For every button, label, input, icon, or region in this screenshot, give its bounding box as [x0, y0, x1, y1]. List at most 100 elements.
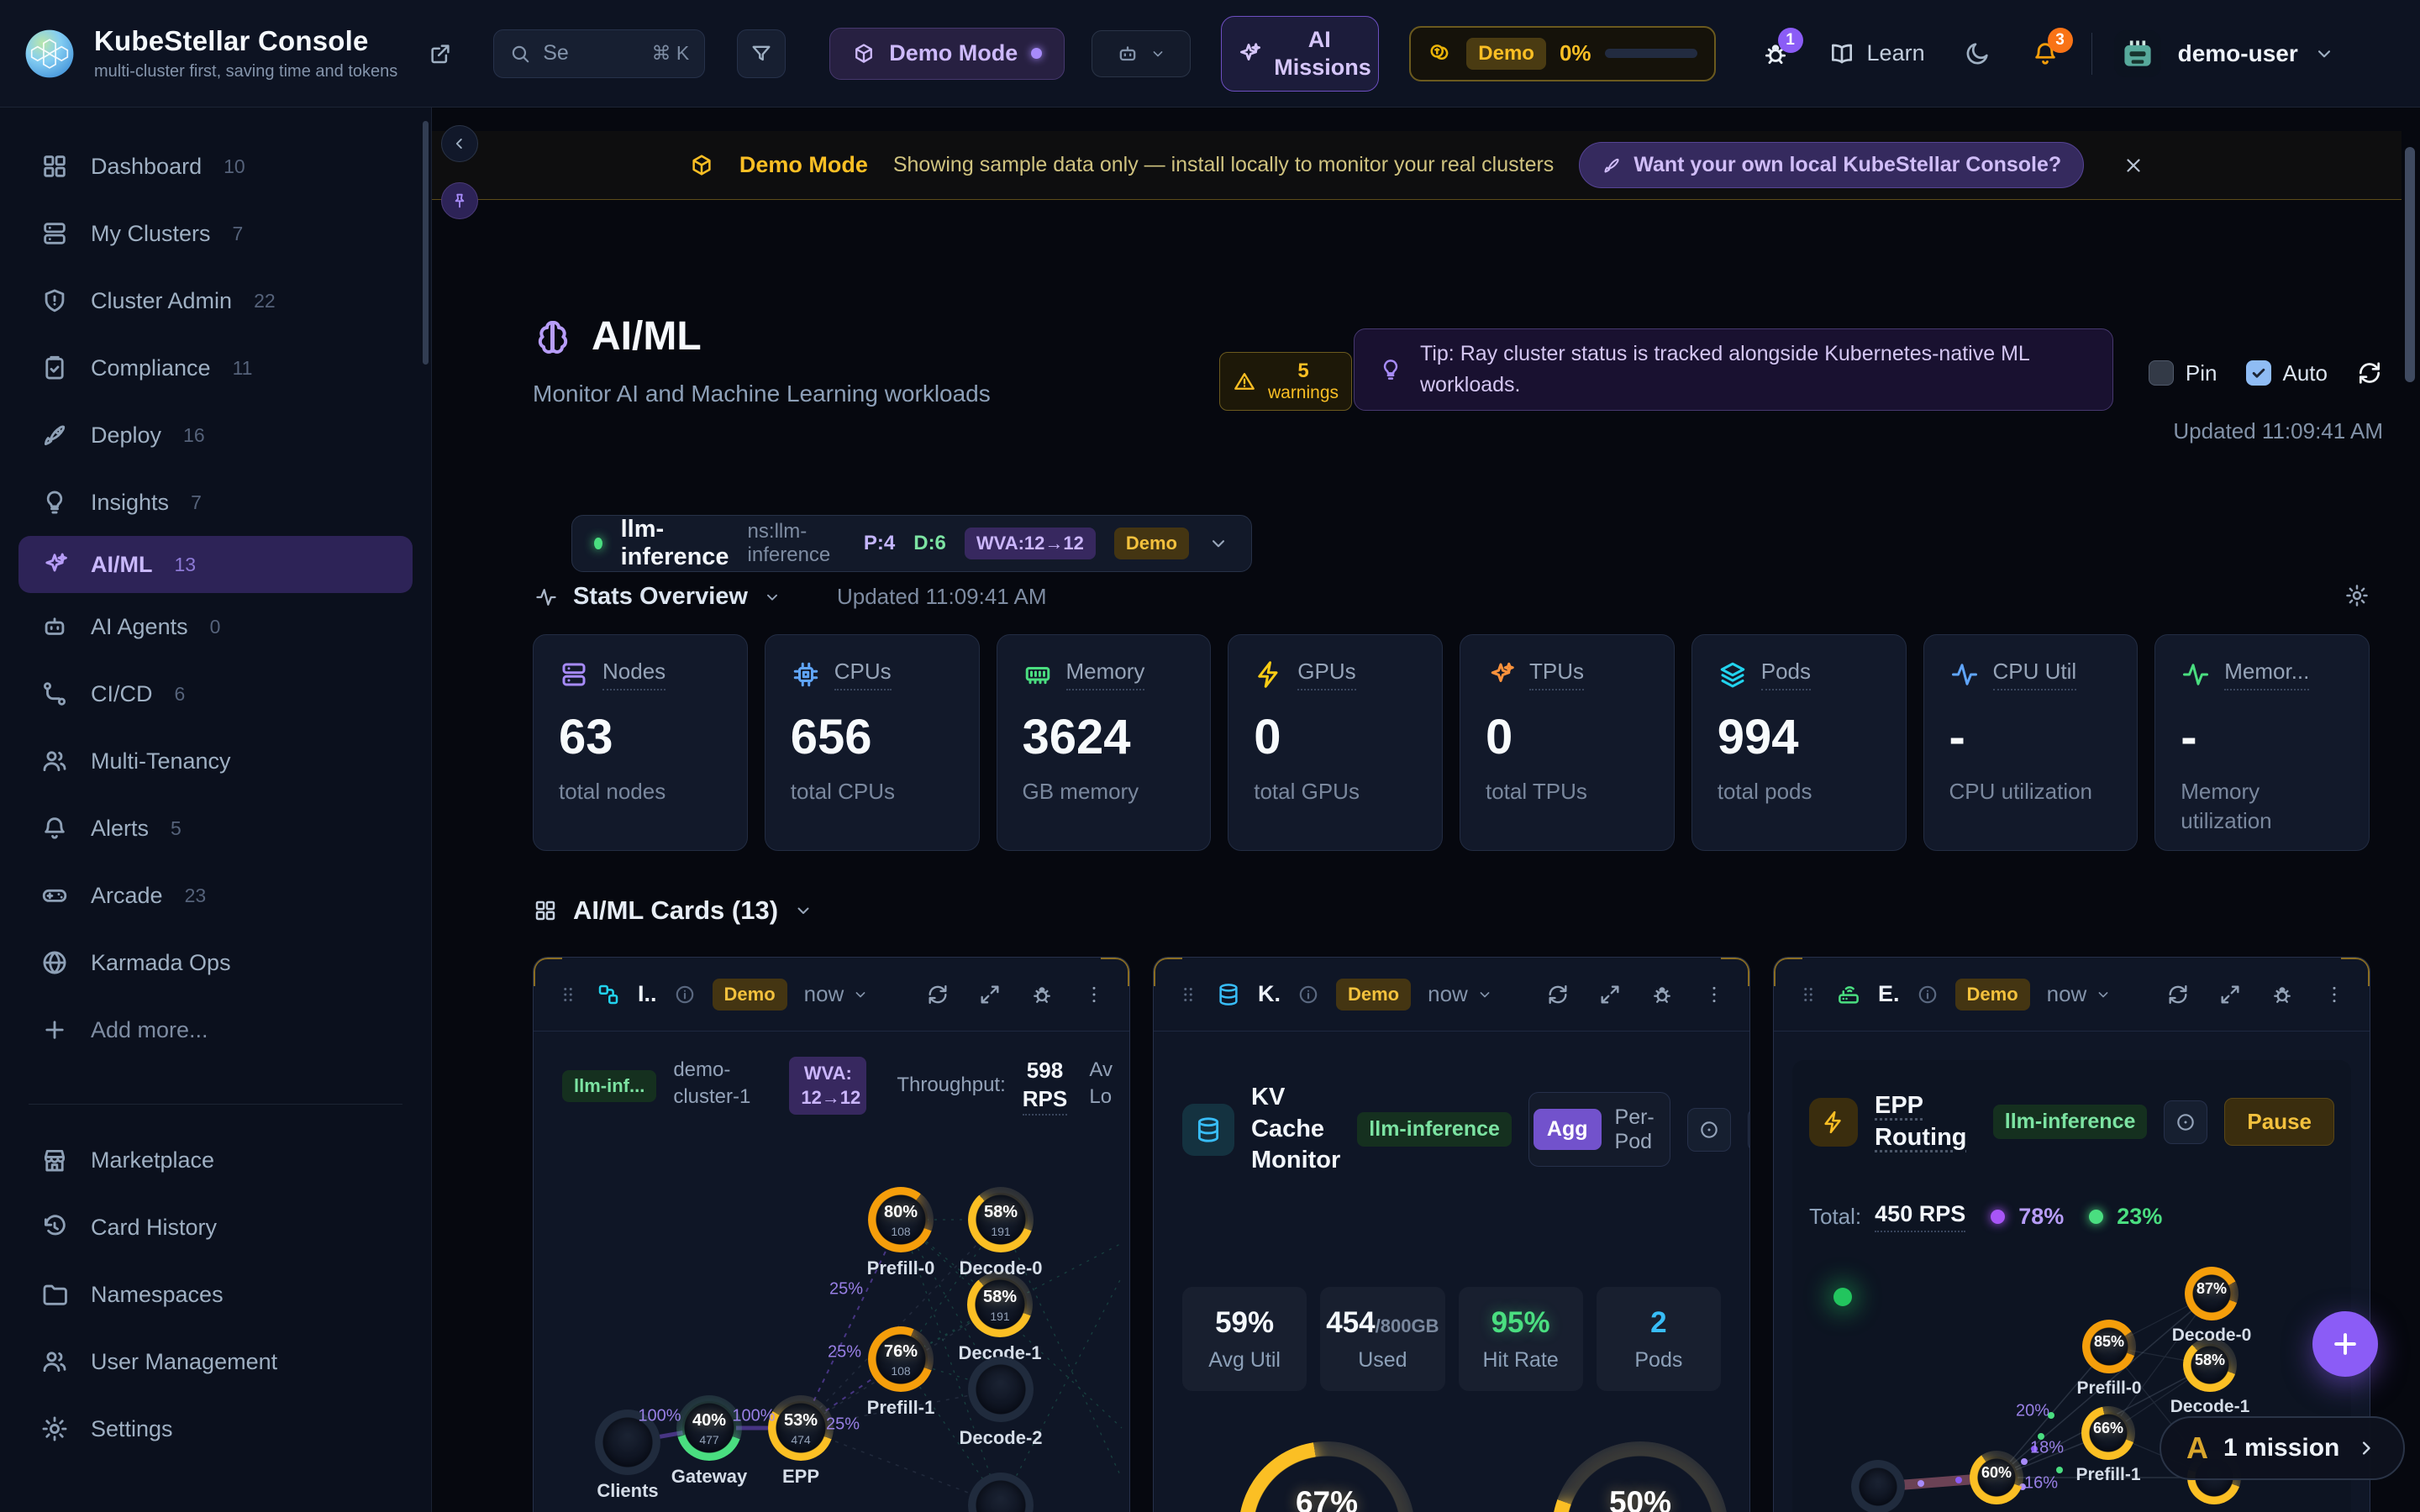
sidebar-item-namespaces[interactable]: Namespaces	[0, 1261, 431, 1328]
stat-card-memory[interactable]: Memory 3624 GB memory	[997, 634, 1212, 851]
gauge-node[interactable]: 87% Decode-0	[2185, 1267, 2238, 1320]
page-scrollbar[interactable]	[2405, 147, 2415, 382]
sidebar-item-insights[interactable]: Insights7	[0, 469, 431, 536]
refresh-icon[interactable]	[2166, 983, 2190, 1006]
debug-button[interactable]: 1	[1761, 39, 1790, 68]
sidebar-item-card-history[interactable]: Card History	[0, 1194, 431, 1261]
filter-button[interactable]	[737, 29, 786, 78]
stat-card-cpu-util[interactable]: CPU Util - CPU utilization	[1923, 634, 2139, 851]
sidebar-item-my-clusters[interactable]: My Clusters7	[0, 200, 431, 267]
time-range-dropdown[interactable]: now	[2047, 981, 2112, 1007]
gauge-node[interactable]: Requests	[1851, 1460, 1905, 1512]
stat-card-tpus[interactable]: TPUs 0 total TPUs	[1460, 634, 1675, 851]
pin-checkbox[interactable]: Pin	[2149, 360, 2217, 386]
tab-per-pod[interactable]: Per-Pod	[1602, 1097, 1665, 1163]
stat-card-memory-util[interactable]: Memor... - Memory utilization	[2154, 634, 2370, 851]
stat-card-cpus[interactable]: CPUs 656 total CPUs	[765, 634, 980, 851]
sidebar-item-marketplace[interactable]: Marketplace	[0, 1126, 431, 1194]
gauge-node[interactable]: 40% 477 Gateway	[676, 1395, 742, 1461]
sidebar-item-user-management[interactable]: User Management	[0, 1328, 431, 1395]
gauge-node[interactable]: 85% Prefill-0	[2082, 1320, 2136, 1373]
inference-topology-graph: 100%100%25%25%25% Clients 40%	[534, 958, 1129, 1512]
user-avatar[interactable]	[2114, 30, 2161, 77]
stats-overview-toggle[interactable]: Stats Overview Updated 11:09:41 AM	[534, 583, 1047, 611]
sidebar-item-compliance[interactable]: Compliance11	[0, 334, 431, 402]
sidebar-item-ai-agents[interactable]: AI Agents0	[0, 593, 431, 660]
expand-icon[interactable]	[1598, 983, 1622, 1006]
pipeline-icon	[40, 680, 69, 708]
ai-missions-button[interactable]: AI Missions	[1221, 16, 1379, 92]
external-link-button[interactable]	[428, 41, 453, 66]
info-icon[interactable]	[674, 984, 696, 1005]
refresh-icon[interactable]	[1546, 983, 1570, 1006]
drag-handle-icon[interactable]	[1797, 984, 1819, 1005]
auto-checkbox-box[interactable]	[2246, 360, 2271, 386]
focus-button[interactable]	[1687, 1108, 1731, 1152]
search-input[interactable]: Se ⌘ K	[493, 29, 705, 78]
gauge-node[interactable]: 53% 474 EPP	[768, 1395, 834, 1461]
clipped-button[interactable]	[1748, 1108, 1750, 1152]
info-icon[interactable]	[1297, 984, 1319, 1005]
edge-label: 100%	[732, 1407, 775, 1426]
expand-icon[interactable]	[978, 983, 1002, 1006]
activity-icon	[534, 585, 558, 609]
user-menu-chevron-icon[interactable]	[2313, 43, 2335, 65]
drag-handle-icon[interactable]	[1177, 984, 1199, 1005]
add-card-fab[interactable]	[2312, 1311, 2378, 1377]
pin-checkbox-box[interactable]	[2149, 360, 2174, 386]
gauge-node[interactable]: Decode-2	[968, 1357, 1034, 1422]
learn-button[interactable]: Learn	[1828, 40, 1925, 67]
sidebar-item-settings[interactable]: Settings	[0, 1395, 431, 1462]
stat-card-pods[interactable]: Pods 994 total pods	[1691, 634, 1907, 851]
gauge-node[interactable]: 60% EPP	[1970, 1451, 2023, 1504]
bug-icon[interactable]	[1030, 983, 1054, 1006]
collapse-sidebar-button[interactable]	[441, 125, 478, 162]
gauge-node[interactable]: Decode-3	[968, 1473, 1034, 1512]
demo-mode-button[interactable]: Demo Mode	[829, 28, 1065, 80]
gauge-node[interactable]: 66% Prefill-1	[2081, 1406, 2135, 1460]
banner-close-icon[interactable]	[2123, 155, 2144, 176]
theme-toggle-button[interactable]	[1964, 40, 1991, 67]
info-icon[interactable]	[1917, 984, 1939, 1005]
missions-pill[interactable]: A 1 mission	[2160, 1416, 2405, 1480]
aiml-cards-toggle[interactable]: AI/ML Cards (13)	[533, 895, 813, 926]
sidebar-item-dashboard[interactable]: Dashboard10	[0, 133, 431, 200]
notifications-button[interactable]: 3	[2031, 39, 2060, 68]
workload-selector[interactable]: llm-inference ns:llm-inference P:4 D:6 W…	[571, 515, 1252, 572]
agent-selector-button[interactable]	[1092, 30, 1191, 77]
tab-agg[interactable]: Agg	[1534, 1109, 1602, 1150]
sidebar-item-karmada-ops[interactable]: Karmada Ops	[0, 929, 431, 996]
bug-icon[interactable]	[2270, 983, 2294, 1006]
sidebar-item-deploy[interactable]: Deploy16	[0, 402, 431, 469]
gauge-node[interactable]: 76% 108 Prefill-1	[868, 1326, 934, 1392]
warnings-badge[interactable]: 5warnings	[1219, 352, 1352, 411]
banner-cta-button[interactable]: Want your own local KubeStellar Console?	[1579, 142, 2084, 188]
expand-icon[interactable]	[2218, 983, 2242, 1006]
drag-handle-icon[interactable]	[557, 984, 579, 1005]
sidebar-item-cluster-admin[interactable]: Cluster Admin22	[0, 267, 431, 334]
sidebar-item-cicd[interactable]: CI/CD6	[0, 660, 431, 727]
token-usage-widget[interactable]: Demo 0%	[1409, 26, 1715, 81]
auto-refresh-checkbox[interactable]: Auto	[2246, 360, 2328, 386]
sidebar-item-alerts[interactable]: Alerts5	[0, 795, 431, 862]
gauge-node[interactable]: 58% Decode-1	[2183, 1338, 2237, 1392]
users-icon	[40, 747, 69, 775]
sidebar-item-add-more[interactable]: Add more...	[0, 996, 431, 1063]
sidebar-item-arcade[interactable]: Arcade23	[0, 862, 431, 929]
stat-card-nodes[interactable]: Nodes 63 total nodes	[533, 634, 748, 851]
refresh-icon[interactable]	[926, 983, 950, 1006]
stat-card-gpus[interactable]: GPUs 0 total GPUs	[1228, 634, 1443, 851]
sidebar-scrollbar[interactable]	[423, 121, 429, 365]
stats-settings-icon[interactable]	[2344, 583, 2370, 608]
gauge-node[interactable]: 58% 191 Decode-0	[968, 1187, 1034, 1252]
time-range-dropdown[interactable]: now	[1428, 981, 1493, 1007]
time-range-dropdown[interactable]: now	[804, 981, 870, 1007]
gauge-node[interactable]: 80% 108 Prefill-0	[868, 1187, 934, 1252]
kv-stat-avg-util: 59% Avg Util	[1182, 1287, 1307, 1391]
sidebar-item-ai-ml[interactable]: AI/ML13	[18, 536, 413, 593]
sidebar-item-multi-tenancy[interactable]: Multi-Tenancy	[0, 727, 431, 795]
pin-rail-button[interactable]	[441, 182, 478, 219]
bug-icon[interactable]	[1650, 983, 1674, 1006]
gauge-node[interactable]: 58% 191 Decode-1	[967, 1272, 1033, 1337]
refresh-icon[interactable]	[2356, 360, 2383, 386]
